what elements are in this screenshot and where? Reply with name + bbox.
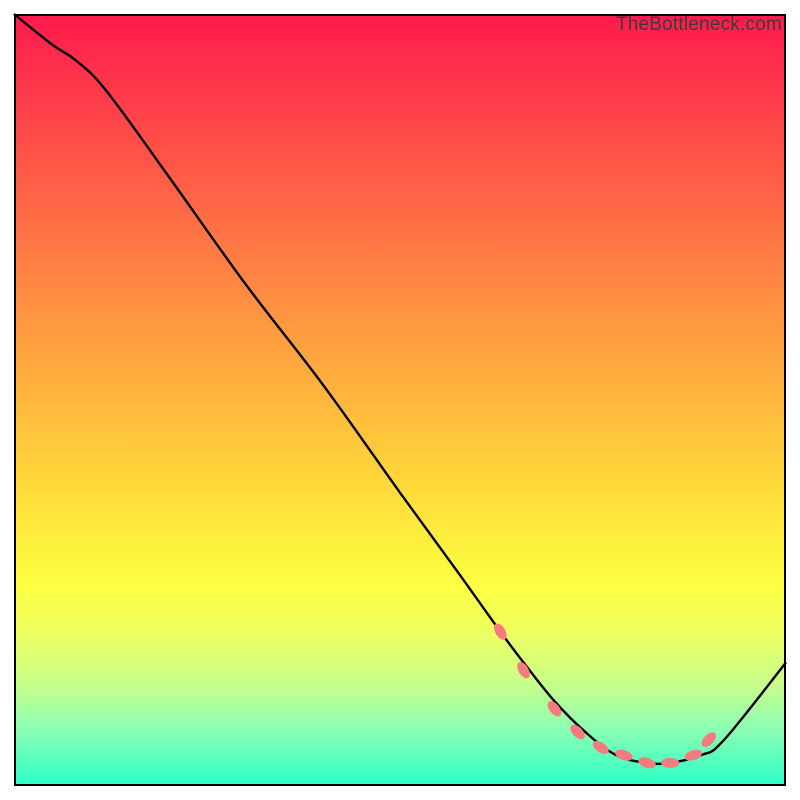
curve-marker <box>699 730 719 750</box>
curve-marker <box>590 738 611 756</box>
plot-svg <box>14 14 786 786</box>
curve-markers <box>491 621 718 770</box>
curve-marker <box>637 755 657 770</box>
bottleneck-curve <box>14 14 786 764</box>
curve-marker <box>661 758 679 768</box>
chart-frame: TheBottleneck.com <box>0 0 800 800</box>
